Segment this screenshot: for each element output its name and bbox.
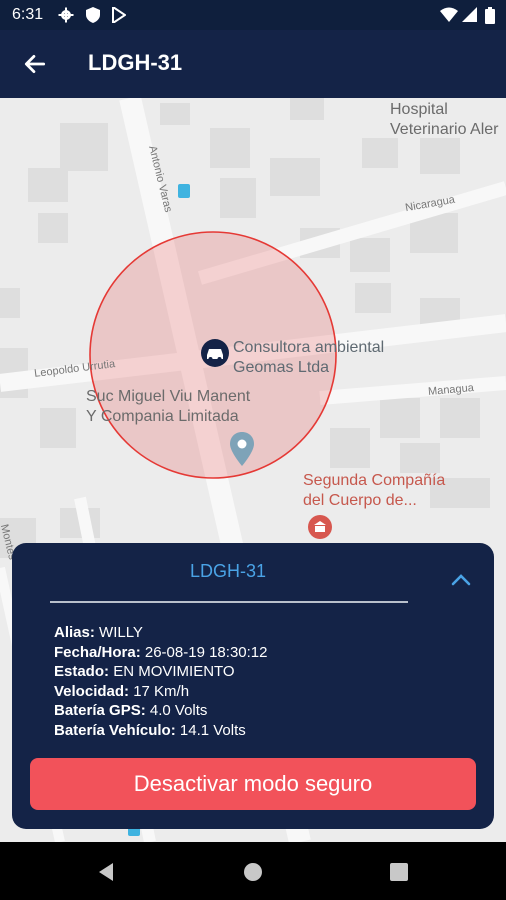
vehicle-details: Alias: WILLY Fecha/Hora: 26-08-19 18:30:… bbox=[54, 623, 267, 740]
status-bar: 6:31 bbox=[0, 0, 506, 30]
nav-home-icon[interactable] bbox=[243, 862, 263, 882]
nav-back-icon[interactable] bbox=[96, 862, 116, 882]
battery-icon bbox=[485, 7, 495, 24]
vehicle-info-card: LDGH-31 Alias: WILLY Fecha/Hora: 26-08-1… bbox=[12, 543, 494, 829]
map-label-consultora[interactable]: Consultora ambiental Geomas Ltda bbox=[233, 338, 384, 378]
detail-bateria-vehiculo: Batería Vehículo: 14.1 Volts bbox=[54, 721, 246, 739]
shield-icon bbox=[86, 7, 100, 23]
detail-bateria-gps: Batería GPS: 4.0 Volts bbox=[54, 702, 208, 719]
detail-alias: Alias: WILLY bbox=[54, 624, 143, 641]
system-nav-bar bbox=[0, 842, 506, 900]
wifi-icon bbox=[440, 7, 458, 22]
status-time: 6:31 bbox=[12, 6, 44, 23]
detail-fecha-hora: Fecha/Hora: 26-08-19 18:30:12 bbox=[54, 643, 268, 661]
page-title: LDGH-31 bbox=[88, 50, 183, 75]
chevron-up-icon[interactable] bbox=[450, 573, 472, 587]
settings-icon bbox=[58, 7, 74, 23]
location-pin-icon[interactable] bbox=[230, 432, 254, 466]
detail-velocidad: Velocidad: 17 Km/h bbox=[54, 682, 190, 700]
back-arrow-icon[interactable] bbox=[22, 51, 48, 77]
signal-icon bbox=[462, 7, 477, 22]
map-label-suc[interactable]: Suc Miguel Viu Manent Y Compania Limitad… bbox=[86, 387, 250, 427]
museum-icon[interactable] bbox=[308, 515, 332, 539]
detail-estado: Estado: EN MOVIMIENTO bbox=[54, 663, 235, 680]
app-bar: LDGH-31 bbox=[0, 30, 506, 98]
play-store-icon bbox=[112, 7, 126, 23]
deactivate-safe-mode-button[interactable]: Desactivar modo seguro bbox=[30, 758, 476, 810]
bus-stop-icon bbox=[178, 184, 190, 198]
map-label-segunda[interactable]: Segunda Compañía del Cuerpo de... bbox=[303, 471, 445, 511]
car-marker-icon[interactable] bbox=[200, 338, 230, 368]
map-label-hospital: Hospital Veterinario Aler bbox=[390, 101, 499, 138]
card-divider bbox=[50, 601, 408, 603]
nav-recents-icon[interactable] bbox=[389, 862, 409, 882]
card-title: LDGH-31 bbox=[189, 561, 267, 581]
